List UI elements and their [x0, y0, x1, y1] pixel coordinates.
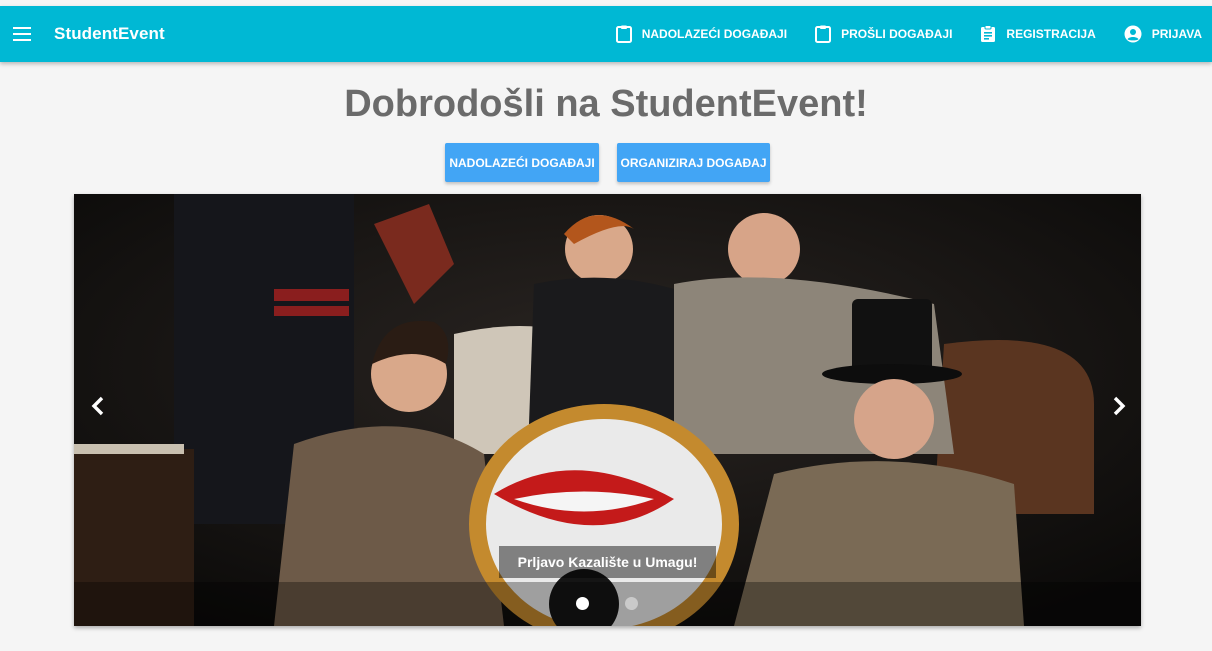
- event-carousel[interactable]: Prljavo Kazalište u Umagu!: [74, 194, 1141, 626]
- nav-registration[interactable]: REGISTRACIJA: [968, 6, 1107, 62]
- clipboard-icon: [615, 25, 632, 43]
- page-title: Dobrodošli na StudentEvent!: [344, 83, 868, 125]
- carousel-dot-1[interactable]: [576, 597, 589, 610]
- chevron-left-icon: [91, 396, 104, 416]
- top-nav: NADOLAZEĆI DOGAĐAJI PROŠLI DOGAĐAJI REGI…: [604, 6, 1212, 62]
- nav-registration-label: REGISTRACIJA: [1006, 27, 1096, 41]
- app-bar: StudentEvent NADOLAZEĆI DOGAĐAJI PROŠLI …: [0, 6, 1212, 62]
- upcoming-events-button[interactable]: NADOLAZEĆI DOGAĐAJI: [445, 143, 599, 182]
- clipboard-icon: [815, 25, 832, 43]
- nav-past-events[interactable]: PROŠLI DOGAĐAJI: [803, 6, 964, 62]
- nav-upcoming-label: NADOLAZEĆI DOGAĐAJI: [641, 27, 788, 41]
- nav-upcoming-events[interactable]: NADOLAZEĆI DOGAĐAJI: [604, 6, 799, 62]
- nav-login[interactable]: PRIJAVA: [1112, 6, 1212, 62]
- account-circle-icon: [1124, 25, 1142, 43]
- brand-title[interactable]: StudentEvent: [54, 24, 165, 44]
- nav-login-label: PRIJAVA: [1151, 27, 1202, 41]
- nav-past-label: PROŠLI DOGAĐAJI: [841, 27, 953, 41]
- carousel-indicators: [74, 582, 1141, 626]
- organize-event-button[interactable]: ORGANIZIRAJ DOGAĐAJ: [617, 143, 770, 182]
- clipboard-text-icon: [981, 25, 996, 42]
- chevron-right-icon: [1113, 396, 1126, 416]
- carousel-caption: Prljavo Kazalište u Umagu!: [499, 546, 716, 578]
- hamburger-menu-icon[interactable]: [10, 22, 34, 46]
- carousel-prev-button[interactable]: [85, 391, 111, 421]
- carousel-dot-2[interactable]: [625, 597, 638, 610]
- carousel-next-button[interactable]: [1106, 391, 1132, 421]
